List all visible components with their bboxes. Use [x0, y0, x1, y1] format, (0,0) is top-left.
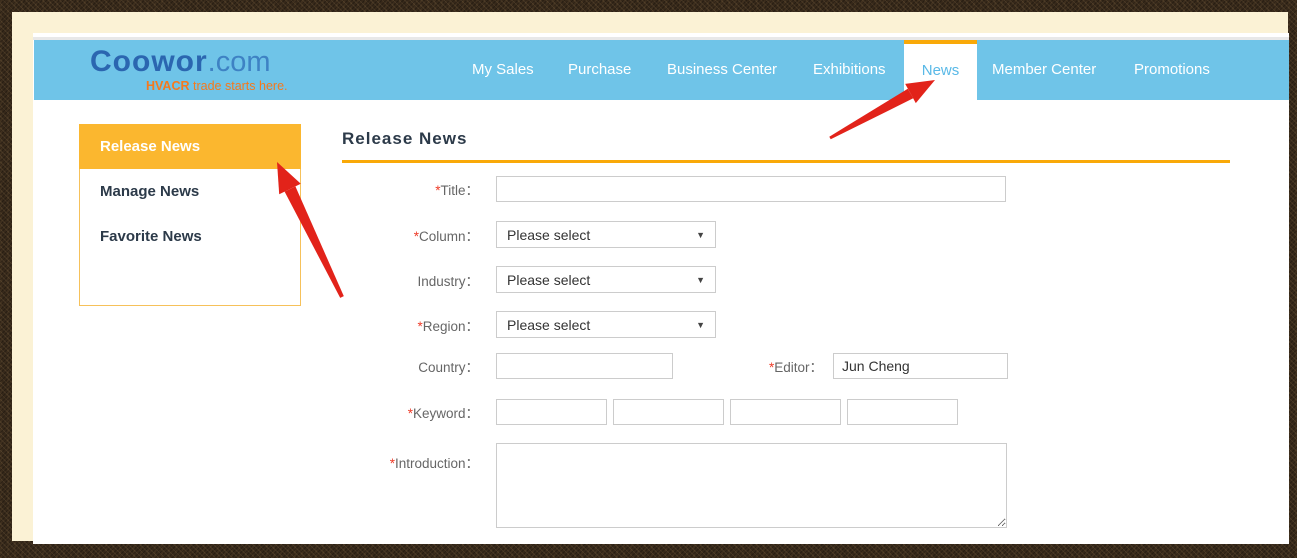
region-select[interactable]: Please select ▼ [496, 311, 716, 338]
news-sidebar: Release News Manage News Favorite News [79, 124, 301, 306]
introduction-label: *Introduction： [342, 443, 479, 472]
chevron-down-icon: ▼ [696, 230, 715, 240]
region-label: *Region： [342, 315, 479, 335]
logo-tagline: HVACR trade starts here. [90, 79, 288, 93]
top-navigation-bar: Coowor.com HVACR trade starts here. My S… [34, 40, 1289, 100]
page-title-underline [342, 160, 1230, 163]
nav-item-exhibitions[interactable]: Exhibitions [813, 40, 886, 100]
title-input[interactable] [496, 176, 1006, 202]
country-input[interactable] [496, 353, 673, 379]
nav-item-business-center[interactable]: Business Center [667, 40, 777, 100]
nav-item-my-sales[interactable]: My Sales [472, 40, 534, 100]
region-select-value: Please select [497, 317, 696, 333]
page-frame: Coowor.com HVACR trade starts here. My S… [12, 12, 1288, 541]
logo-tagline-rest: trade starts here. [190, 79, 288, 93]
industry-select[interactable]: Please select ▼ [496, 266, 716, 293]
logo-text: Coowor [90, 45, 208, 78]
keyword-input-1[interactable] [496, 399, 607, 425]
nav-item-promotions[interactable]: Promotions [1134, 40, 1210, 100]
editor-input[interactable] [833, 353, 1008, 379]
industry-select-value: Please select [497, 272, 696, 288]
nav-item-member-center[interactable]: Member Center [992, 40, 1096, 100]
coowor-logo[interactable]: Coowor.com HVACR trade starts here. [90, 46, 288, 93]
page-title: Release News [342, 129, 467, 149]
title-label: *Title： [342, 179, 479, 199]
keyword-label: *Keyword： [342, 402, 479, 422]
editor-label: *Editor： [673, 356, 823, 376]
sidebar-item-favorite-news[interactable]: Favorite News [80, 214, 300, 259]
chevron-down-icon: ▼ [696, 275, 715, 285]
logo-tld: .com [208, 46, 271, 78]
column-label: *Column： [342, 225, 479, 245]
keyword-input-4[interactable] [847, 399, 958, 425]
nav-item-purchase[interactable]: Purchase [568, 40, 631, 100]
chevron-down-icon: ▼ [696, 320, 715, 330]
country-label: Country： [342, 356, 479, 376]
sidebar-item-manage-news[interactable]: Manage News [80, 169, 300, 214]
page-body: Coowor.com HVACR trade starts here. My S… [33, 33, 1289, 544]
logo-tagline-highlight: HVACR [146, 79, 190, 93]
column-select-value: Please select [497, 227, 696, 243]
introduction-textarea[interactable] [496, 443, 1007, 528]
industry-label: Industry： [342, 270, 479, 290]
nav-item-news-active[interactable]: News [904, 40, 977, 100]
keyword-input-2[interactable] [613, 399, 724, 425]
sidebar-item-release-news[interactable]: Release News [79, 124, 301, 169]
column-select[interactable]: Please select ▼ [496, 221, 716, 248]
keyword-input-3[interactable] [730, 399, 841, 425]
